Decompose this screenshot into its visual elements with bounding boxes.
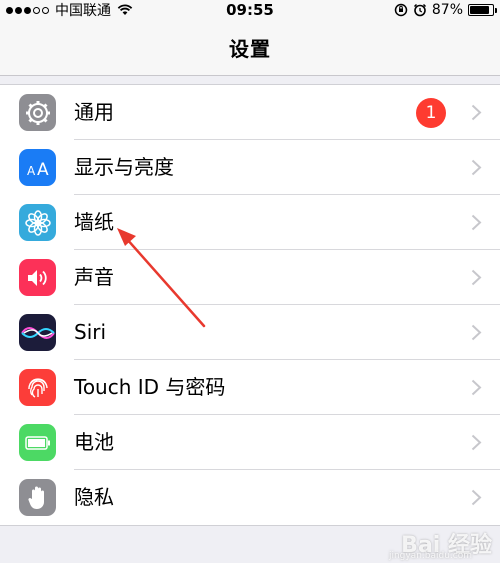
watermark-url: jingyan.baidu.com	[388, 551, 472, 561]
status-right: 87%	[394, 2, 497, 18]
chevron-right-icon	[471, 489, 482, 506]
chevron-right-icon	[471, 214, 482, 231]
settings-item-display-brightness[interactable]: A A 显示与亮度	[0, 140, 500, 195]
settings-item-label: 墙纸	[74, 210, 114, 234]
chevron-right-icon	[471, 434, 482, 451]
status-left: 中国联通	[6, 0, 133, 20]
settings-item-label: 通用	[74, 100, 114, 124]
settings-item-sounds[interactable]: 声音	[0, 250, 500, 305]
hand-icon	[19, 479, 56, 516]
settings-item-general[interactable]: 通用 1	[0, 85, 500, 140]
settings-item-label: 声音	[74, 265, 114, 289]
wifi-icon	[117, 4, 133, 15]
gear-icon	[19, 94, 56, 131]
settings-item-privacy[interactable]: 隐私	[0, 470, 500, 525]
settings-item-label: 隐私	[74, 485, 114, 509]
battery-status-icon	[468, 4, 497, 16]
svg-text:A: A	[27, 164, 36, 178]
notification-badge: 1	[416, 98, 446, 128]
signal-strength-icon	[6, 6, 49, 14]
page-title: 设置	[229, 37, 271, 61]
chevron-right-icon	[471, 159, 482, 176]
rotation-lock-icon	[394, 3, 408, 17]
settings-item-wallpaper[interactable]: 墙纸	[0, 195, 500, 250]
battery-icon	[19, 424, 56, 461]
settings-item-siri[interactable]: Siri	[0, 305, 500, 360]
siri-icon	[19, 314, 56, 351]
settings-item-label: 电池	[74, 430, 114, 454]
fingerprint-icon	[19, 369, 56, 406]
text-size-icon: A A	[19, 149, 56, 186]
settings-item-label: 显示与亮度	[74, 155, 174, 179]
navigation-bar: 设置	[0, 20, 500, 76]
battery-fill	[470, 6, 490, 14]
svg-text:A: A	[37, 160, 49, 178]
settings-item-touch-id-passcode[interactable]: Touch ID 与密码	[0, 360, 500, 415]
battery-percent: 87%	[431, 2, 463, 18]
settings-item-battery[interactable]: 电池	[0, 415, 500, 470]
chevron-right-icon	[471, 324, 482, 341]
alarm-icon	[413, 3, 426, 17]
carrier-label: 中国联通	[55, 3, 111, 19]
chevron-right-icon	[471, 269, 482, 286]
flower-icon	[19, 204, 56, 241]
speaker-icon	[19, 259, 56, 296]
status-bar: 中国联通 09:55 87%	[0, 0, 500, 20]
chevron-right-icon	[471, 104, 482, 121]
settings-list: 通用 1 A A 显示与亮度 墙纸 声音 Siri Touch ID 与密码 电…	[0, 84, 500, 526]
settings-item-label: Siri	[74, 320, 107, 344]
chevron-right-icon	[471, 379, 482, 396]
settings-item-label: Touch ID 与密码	[74, 375, 226, 399]
